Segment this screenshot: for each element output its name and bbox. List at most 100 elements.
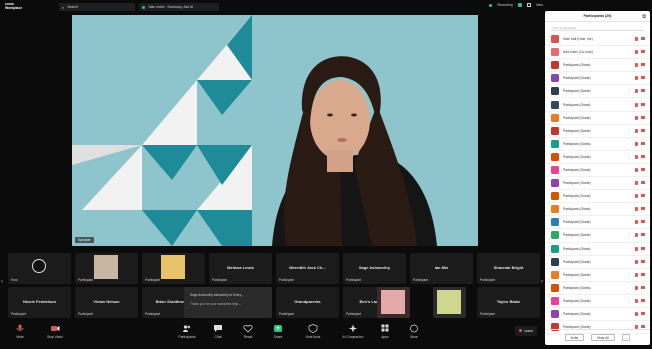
share-button[interactable]: Share	[263, 324, 293, 339]
tile-name: Participant	[346, 312, 362, 316]
react-button[interactable]: React	[233, 324, 263, 339]
tile-name: Participant	[279, 278, 295, 282]
participant-row[interactable]: Participant (Guest)	[545, 282, 650, 295]
participant-name: Participant (Guest)	[563, 207, 591, 212]
gallery-tile[interactable]: Grandparents Participant	[276, 287, 339, 318]
muted-microphone-icon	[635, 246, 638, 251]
participant-row[interactable]: Kate Kalt (Host, me)	[545, 33, 650, 47]
gallery-tile[interactable]	[433, 287, 466, 318]
tile-big-name: Grandparents	[294, 299, 321, 304]
stop-video-button[interactable]: Stop Video	[40, 324, 70, 339]
mute-button[interactable]: Mute	[5, 324, 35, 339]
host-tools-button[interactable]: Host tools	[298, 324, 328, 339]
gallery-tile[interactable]: Host	[8, 253, 71, 284]
video-off-icon	[641, 37, 645, 41]
notes-tab[interactable]: Take notes · Summary, Ask AI	[139, 3, 219, 11]
participant-row[interactable]: Participant (Guest)	[545, 295, 650, 308]
chevron-right-icon[interactable]: ›	[541, 279, 543, 285]
participant-row[interactable]: Participant (Guest)	[545, 85, 650, 99]
chat-bubble-icon	[214, 325, 222, 332]
gallery-tile[interactable]: Taylor Blake Participant	[477, 287, 540, 318]
participant-search-input[interactable]: Find a participant	[551, 25, 644, 31]
participant-row[interactable]: Participant (Guest)	[545, 125, 650, 138]
participant-row[interactable]: Participant (Guest)	[545, 216, 650, 230]
avatar	[551, 310, 559, 319]
participant-row[interactable]: Participant (Guest)	[545, 203, 650, 217]
participant-status-icons	[635, 102, 645, 107]
participant-name: Participant (Guest)	[563, 194, 591, 199]
mute-all-button[interactable]: Mute All	[591, 334, 615, 341]
gallery-tile[interactable]: Participant	[75, 253, 138, 284]
apps-button[interactable]: Apps	[370, 324, 400, 339]
participant-row[interactable]: Participant (Guest)	[545, 164, 650, 178]
chat-popup-title: Sage Ashworthy Ashworthy to Every...	[190, 293, 244, 297]
gallery-tile[interactable]: Melissa Lewis Participant	[209, 253, 272, 284]
logo-line-2: Workplace	[5, 6, 23, 10]
participant-row[interactable]: Participant (Guest)	[545, 72, 650, 86]
grid-icon[interactable]	[526, 3, 531, 7]
more-button[interactable]: More	[399, 324, 429, 339]
top-bar: zoom Workplace ⌕ Search Take notes · Sum…	[0, 0, 545, 14]
participant-row[interactable]: Participant (Guest)	[545, 59, 650, 73]
participant-row[interactable]: Alex Kahn (Co-host)	[545, 46, 650, 60]
avatar	[551, 139, 559, 148]
participant-row[interactable]: Participant (Guest)	[545, 177, 650, 191]
gallery-tile[interactable]: Sage Ashworthy Participant	[343, 253, 406, 284]
gallery-tile[interactable]: Nicole Fendelson Participant	[8, 287, 71, 318]
muted-microphone-icon	[635, 167, 638, 172]
shield-icon	[517, 3, 522, 7]
participant-status-icons	[635, 167, 645, 172]
video-off-icon	[641, 233, 645, 237]
participant-row[interactable]: Participant (Guest)	[545, 308, 650, 322]
participant-row[interactable]: Participant (Guest)	[545, 243, 650, 256]
participant-name: Participant (Guest)	[563, 115, 591, 120]
participant-name: Participant (Guest)	[563, 233, 591, 238]
participant-status-icons	[635, 207, 645, 212]
tile-big-name: Shannah Bright	[493, 265, 524, 270]
participant-row[interactable]: Participant (Guest)	[545, 256, 650, 269]
participants-button[interactable]: Participants	[172, 324, 202, 339]
popout-icon[interactable]: ⧉	[642, 14, 646, 20]
tile-name: Participant	[78, 278, 94, 282]
participant-row[interactable]: Participant (Guest)	[545, 151, 650, 164]
participant-status-icons	[635, 141, 645, 146]
participants-label: Participants	[178, 335, 196, 339]
leave-button[interactable]: Leave	[515, 326, 537, 336]
view-label[interactable]: View	[536, 3, 543, 7]
participant-name: Participant (Guest)	[563, 141, 591, 146]
gallery-tile[interactable]: Shannah Bright Participant	[477, 253, 540, 284]
avatar	[551, 270, 559, 279]
gallery-tile[interactable]: Meredith Jack Ch... Participant	[276, 253, 339, 284]
participant-row[interactable]: Participant (Guest)	[545, 269, 650, 282]
chat-popup[interactable]: Sage Ashworthy Ashworthy to Every... Tha…	[184, 287, 272, 318]
participant-row[interactable]: Participant (Guest)	[545, 138, 650, 151]
muted-microphone-icon	[635, 37, 638, 42]
search-tab-label: Search	[67, 5, 78, 9]
more-options-button[interactable]: ...	[621, 334, 631, 341]
participant-row[interactable]: Participant (Guest)	[545, 112, 650, 125]
ai-companion-button[interactable]: AI Companion	[338, 324, 368, 339]
video-off-icon	[641, 128, 645, 132]
chat-button[interactable]: Chat	[203, 324, 233, 339]
gallery-tile[interactable]: Vivian Nelson Participant	[75, 287, 138, 318]
participant-row[interactable]: Participant (Guest)	[545, 98, 650, 112]
search-tab[interactable]: ⌕ Search	[59, 3, 135, 11]
invite-button[interactable]: Invite	[564, 334, 585, 341]
chevron-left-icon[interactable]: ‹	[1, 279, 3, 285]
participant-row[interactable]: Participant (Guest)	[545, 190, 650, 204]
participant-status-icons	[635, 181, 645, 186]
participant-status-icons	[635, 154, 645, 159]
participant-name: Participant (Guest)	[563, 220, 591, 225]
gallery-tile[interactable]: Ian Mix Participant	[410, 253, 473, 284]
gallery-tile[interactable]	[377, 287, 410, 318]
video-off-icon	[641, 298, 645, 302]
stop-video-label: Stop Video	[46, 335, 64, 339]
gallery-tile[interactable]: Participant	[142, 253, 205, 284]
tile-big-name: Nicole Fendelson	[22, 299, 57, 304]
participant-row[interactable]: Participant (Guest)	[545, 229, 650, 243]
participant-name: Participant (Guest)	[563, 298, 591, 303]
muted-microphone-icon	[635, 298, 638, 303]
participant-name: Participant (Guest)	[563, 89, 591, 94]
user-icon	[32, 259, 46, 273]
view-controls[interactable]: Recording View	[489, 3, 543, 7]
